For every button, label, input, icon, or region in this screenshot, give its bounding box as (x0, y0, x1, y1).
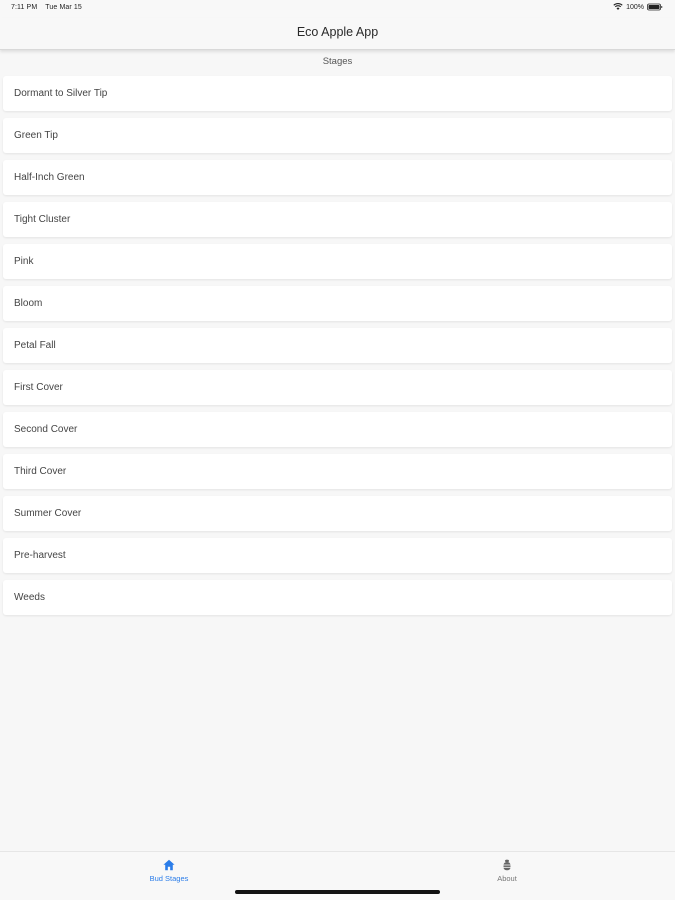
battery-percent: 100% (626, 3, 644, 11)
status-time: 7:11 PM (11, 4, 38, 11)
bug-icon (503, 859, 511, 871)
wifi-icon (613, 3, 623, 10)
status-bar: 7:11 PM Tue Mar 15 100% (0, 0, 675, 18)
stage-item-dormant-to-silver-tip[interactable]: Dormant to Silver Tip (3, 76, 672, 111)
status-right: 100% (613, 3, 663, 11)
tab-about-label: About (497, 874, 517, 883)
battery-icon (647, 3, 663, 11)
stage-item-pre-harvest[interactable]: Pre-harvest (3, 538, 672, 573)
stage-item-first-cover[interactable]: First Cover (3, 370, 672, 405)
stage-item-green-tip[interactable]: Green Tip (3, 118, 672, 153)
stage-item-tight-cluster[interactable]: Tight Cluster (3, 202, 672, 237)
stage-item-petal-fall[interactable]: Petal Fall (3, 328, 672, 363)
status-left: 7:11 PM Tue Mar 15 (11, 4, 82, 11)
status-date: Tue Mar 15 (45, 4, 82, 11)
home-icon (163, 859, 175, 871)
stage-item-pink[interactable]: Pink (3, 244, 672, 279)
stage-item-half-inch-green[interactable]: Half-Inch Green (3, 160, 672, 195)
stage-list: Dormant to Silver Tip Green Tip Half-Inc… (3, 76, 672, 622)
page-title: Eco Apple App (296, 25, 379, 39)
home-indicator[interactable] (235, 890, 440, 894)
stage-item-weeds[interactable]: Weeds (3, 580, 672, 615)
section-header-stages: Stages (322, 56, 353, 67)
stage-item-summer-cover[interactable]: Summer Cover (3, 496, 672, 531)
tab-bud-stages[interactable]: Bud Stages (109, 858, 229, 883)
tab-bud-stages-label: Bud Stages (149, 874, 189, 883)
stage-item-second-cover[interactable]: Second Cover (3, 412, 672, 447)
stage-item-third-cover[interactable]: Third Cover (3, 454, 672, 489)
tab-about[interactable]: About (447, 858, 567, 883)
stage-item-bloom[interactable]: Bloom (3, 286, 672, 321)
app-screen: 7:11 PM Tue Mar 15 100% Eco Apple App St… (0, 0, 675, 900)
navigation-bar: Eco Apple App (0, 18, 675, 50)
